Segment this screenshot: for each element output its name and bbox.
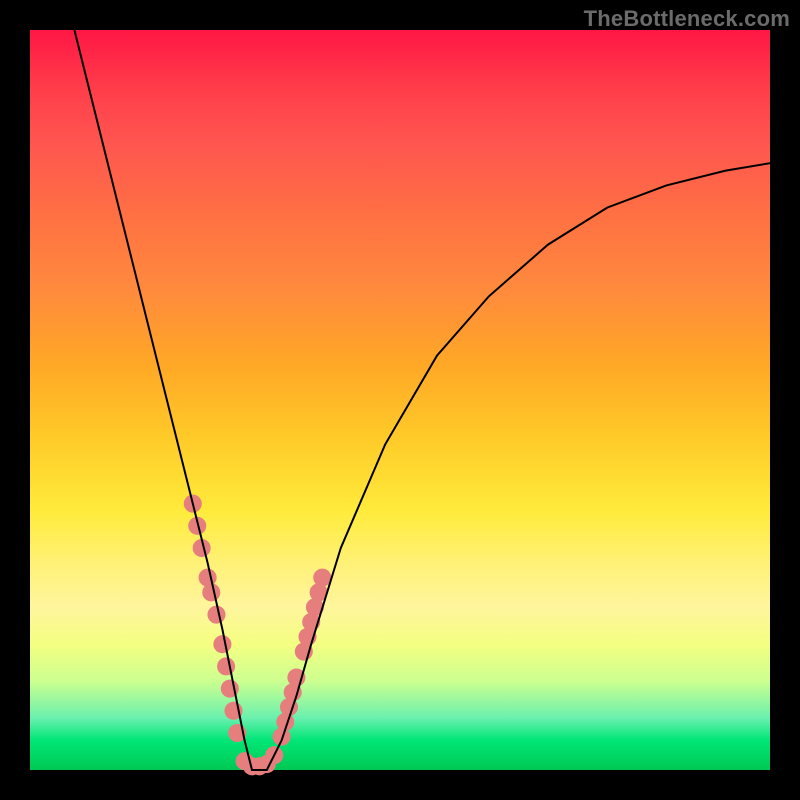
data-point: [202, 583, 220, 601]
data-point: [313, 569, 331, 587]
data-points-group: [184, 495, 332, 776]
chart-svg: [30, 30, 770, 770]
curve-line: [74, 30, 770, 770]
data-point: [217, 657, 235, 675]
plot-area: [30, 30, 770, 770]
chart-container: TheBottleneck.com: [0, 0, 800, 800]
data-point: [213, 635, 231, 653]
watermark-text: TheBottleneck.com: [584, 6, 790, 32]
data-point: [207, 606, 225, 624]
